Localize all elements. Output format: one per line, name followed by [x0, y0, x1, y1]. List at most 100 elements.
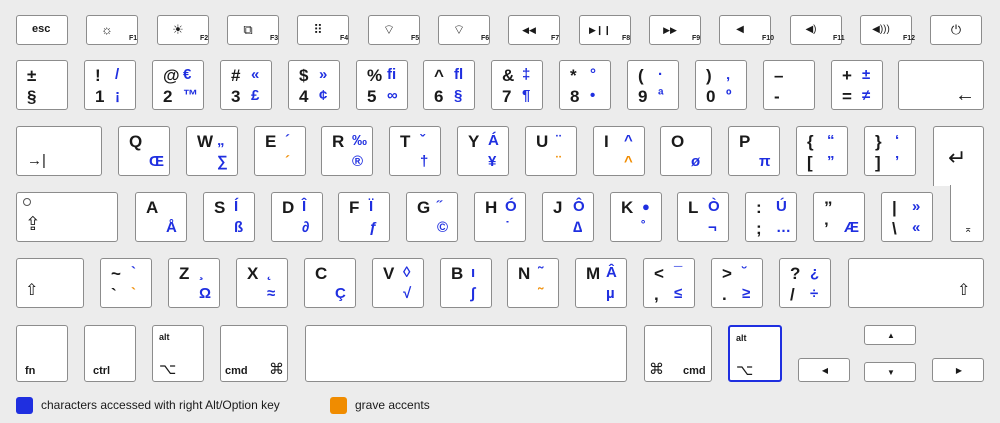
key-enter-lower[interactable]: ⌅: [950, 185, 984, 242]
key-5[interactable]: % 5 ﬁ ∞: [356, 60, 408, 110]
key-f9[interactable]: ▶▶ F9: [649, 15, 701, 45]
grave-accent-char: ¨: [556, 153, 561, 170]
key-backspace[interactable]: ←: [898, 60, 984, 110]
key-i[interactable]: I ^ ^: [593, 126, 645, 176]
alt-shift-char: ƒ: [369, 219, 378, 236]
alt-char: ^: [624, 132, 633, 149]
key-v[interactable]: V ◊ √: [372, 258, 424, 308]
volume-up-icon: ◀))): [872, 24, 890, 35]
key-bracket_r[interactable]: }] ‘ ’: [864, 126, 916, 176]
key-f1[interactable]: ☼ F1: [86, 15, 138, 45]
primary-char: Z: [179, 264, 190, 283]
key-r[interactable]: R ‰ ®: [321, 126, 373, 176]
key-arrow-left[interactable]: ◀: [798, 358, 850, 382]
enter-joint: [951, 184, 983, 187]
key-shift-left[interactable]: ⇧: [16, 258, 84, 308]
key-cmd-r[interactable]: ⌘ cmd: [644, 325, 712, 382]
key-f6[interactable]: ⌔ F6: [438, 15, 490, 45]
alt-shift-char: †: [420, 153, 429, 170]
key-9[interactable]: (9 · ª: [627, 60, 679, 110]
key-f10[interactable]: ◀ F10: [719, 15, 774, 45]
key-arrow-right[interactable]: ▶: [932, 358, 984, 382]
key-ctrl[interactable]: ctrl: [84, 325, 136, 382]
key-comma[interactable]: <, ¯ ≤: [643, 258, 695, 308]
primary-char: M: [586, 264, 601, 283]
key-7[interactable]: & 7 ‡ ¶: [491, 60, 543, 110]
alt-shift-char: ¶: [522, 87, 531, 104]
key-k[interactable]: K ˚ ●: [610, 192, 662, 242]
key-6[interactable]: ^ 6 ﬂ §: [423, 60, 475, 110]
key-arrow-up[interactable]: ▲: [864, 325, 916, 345]
power-icon: ⏻: [950, 22, 962, 37]
key-s[interactable]: SÍß: [203, 192, 255, 242]
key-quote[interactable]: ” ’ Æ: [813, 192, 865, 242]
secondary-char: .: [722, 285, 727, 304]
key-w[interactable]: W „ ∑: [186, 126, 238, 176]
key-enter[interactable]: ↵: [933, 126, 984, 186]
key-3[interactable]: #3 « £: [220, 60, 272, 110]
alt-shift-char: ≥: [742, 285, 751, 302]
key-f8[interactable]: ▶❙❙ F8: [579, 15, 631, 45]
key-y[interactable]: Y Á ¥: [457, 126, 509, 176]
shift-icon: ⇧: [957, 282, 971, 299]
key-f12[interactable]: ◀))) F12: [860, 15, 915, 45]
key-a[interactable]: AÅ: [135, 192, 187, 242]
key-f[interactable]: FÏƒ: [338, 192, 390, 242]
key-f3[interactable]: ⧉ F3: [227, 15, 279, 45]
key-backslash[interactable]: | \ » «: [881, 192, 933, 242]
key-esc[interactable]: esc: [16, 15, 68, 45]
key-space[interactable]: [305, 325, 627, 382]
key-period[interactable]: >. ˘ ≥: [711, 258, 763, 308]
key-j[interactable]: J Ô ∆: [542, 192, 594, 242]
key-f11[interactable]: ◀) F11: [790, 15, 845, 45]
key-b[interactable]: Bı ∫: [440, 258, 492, 308]
key-o[interactable]: Oø: [660, 126, 712, 176]
key-section[interactable]: ± §: [16, 60, 68, 110]
key-cmd-l[interactable]: cmd ⌘: [220, 325, 288, 382]
key-2[interactable]: @2 € ™: [152, 60, 204, 110]
key-1[interactable]: ! 1 / ¡: [84, 60, 136, 110]
key-0[interactable]: ) 0 ‚ º: [695, 60, 747, 110]
key-8[interactable]: * 8 ° •: [559, 60, 611, 110]
key-f2[interactable]: ☀ F2: [157, 15, 209, 45]
key-d[interactable]: D Î ∂: [271, 192, 323, 242]
key-fn[interactable]: fn: [16, 325, 68, 382]
command-icon: ⌘: [649, 361, 664, 378]
key-x[interactable]: X ˛ ≈: [236, 258, 288, 308]
key-arrow-down[interactable]: ▼: [864, 362, 916, 382]
key-h[interactable]: H Ó ˙: [474, 192, 526, 242]
key-g[interactable]: G ˝ ©: [406, 192, 458, 242]
primary-char: *: [570, 66, 577, 85]
key-label: alt: [159, 332, 170, 342]
key-z[interactable]: Z ¸ Ω: [168, 258, 220, 308]
key-slash[interactable]: ? / ¿ ÷: [779, 258, 831, 308]
key-equal[interactable]: + = ± ≠: [831, 60, 883, 110]
key-f4[interactable]: ⠿ F4: [297, 15, 349, 45]
key-q[interactable]: QŒ: [118, 126, 170, 176]
key-shift-right[interactable]: ⇧: [848, 258, 984, 308]
key-p[interactable]: Pπ: [728, 126, 780, 176]
key-c[interactable]: CÇ: [304, 258, 356, 308]
key-f5[interactable]: ⌔ F5: [368, 15, 420, 45]
key-u[interactable]: U ¨ ¨: [525, 126, 577, 176]
primary-char: +: [842, 66, 852, 85]
key-e[interactable]: E ´ ´: [254, 126, 306, 176]
key-4[interactable]: $4 » ¢: [288, 60, 340, 110]
key-alt-r[interactable]: alt ⌥: [728, 325, 782, 382]
key-bracket_l[interactable]: {[“ ”: [796, 126, 848, 176]
key-minus[interactable]: – -: [763, 60, 815, 110]
primary-char: &: [502, 66, 515, 85]
alt-shift-char: ¢: [319, 87, 328, 104]
key-semicolon[interactable]: :; Ú…: [745, 192, 797, 242]
primary-char: @: [163, 66, 180, 85]
key-n[interactable]: N ˜ ˜: [507, 258, 559, 308]
key-m[interactable]: MÂµ: [575, 258, 627, 308]
key-l[interactable]: L Ò ¬: [677, 192, 729, 242]
key-t[interactable]: T ˇ †: [389, 126, 441, 176]
key-alt-l[interactable]: alt ⌥: [152, 325, 204, 382]
key-tilde[interactable]: ~ ` ` `: [100, 258, 152, 308]
key-power[interactable]: ⏻: [930, 15, 982, 45]
key-tab[interactable]: →|: [16, 126, 102, 176]
key-caps-lock[interactable]: ⇪: [16, 192, 118, 242]
key-f7[interactable]: ◀◀ F7: [508, 15, 560, 45]
